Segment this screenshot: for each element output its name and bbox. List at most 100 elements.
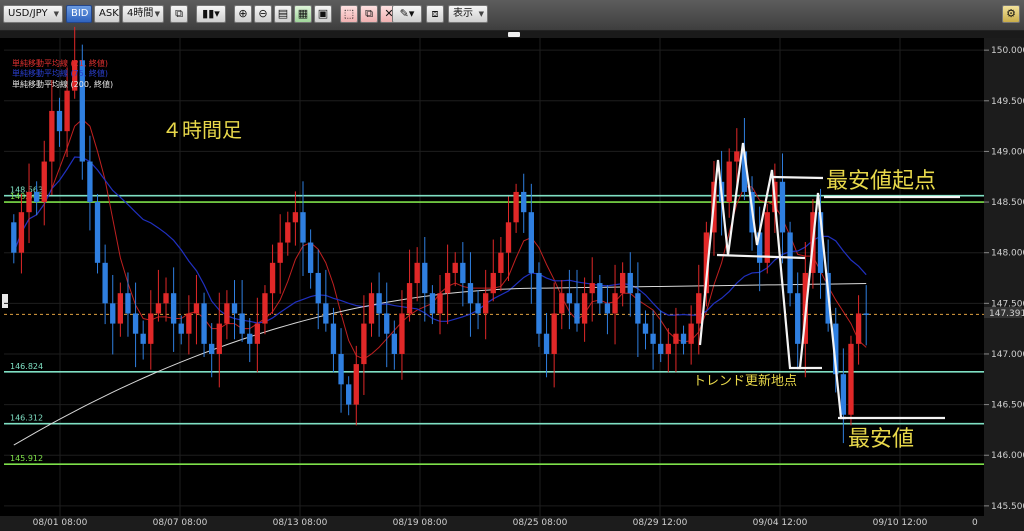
candle-body	[140, 333, 146, 344]
candle-body	[559, 293, 565, 314]
candle-body	[125, 293, 131, 314]
candle-body	[330, 323, 337, 354]
candle-body	[323, 303, 329, 324]
candle-body	[422, 262, 428, 294]
candle-body	[399, 313, 405, 354]
candle-body	[254, 323, 261, 344]
y-tick-label: 149.000	[991, 147, 1024, 157]
candle-body	[574, 303, 580, 324]
candle-body	[209, 343, 215, 354]
candle-body	[338, 353, 344, 385]
x-tick-label: 08/07 08:00	[153, 518, 208, 528]
candle-body	[406, 283, 413, 314]
candle-body	[483, 293, 489, 314]
candle-body	[551, 313, 557, 354]
candle-body	[49, 110, 55, 162]
candle-body	[201, 303, 207, 344]
trend-update-annotation: トレンド更新地点	[693, 373, 797, 389]
candle-body	[848, 343, 854, 415]
candle-body	[612, 293, 618, 314]
candle-body	[437, 293, 443, 314]
candle-body	[619, 272, 626, 294]
candle-body	[604, 303, 611, 314]
candle-body	[262, 293, 268, 324]
candle-body	[117, 293, 124, 324]
candle-body	[658, 343, 664, 354]
candle-body	[863, 313, 869, 315]
y-tick-label: 148.500	[991, 198, 1024, 208]
candle-body	[795, 293, 801, 344]
candle-body	[726, 161, 732, 203]
legend-ma200: 単純移動平均線 (200, 終値)	[12, 79, 113, 89]
candle-body	[650, 333, 656, 344]
candle-body	[779, 181, 786, 233]
candle-body	[148, 313, 154, 344]
candle-body	[193, 303, 200, 314]
y-tick-label: 146.000	[991, 451, 1024, 461]
candle-body	[216, 323, 222, 354]
candle-body	[269, 262, 276, 294]
price-level-label: 145.912	[10, 454, 43, 463]
candle-body	[467, 283, 474, 304]
lowest-origin-annotation: 最安値起点	[826, 169, 936, 194]
candle-body	[361, 323, 367, 365]
candle-body	[239, 313, 245, 334]
candle-body	[498, 252, 504, 273]
candle-body	[391, 333, 397, 354]
candle-body	[597, 283, 603, 304]
candle-body	[110, 303, 116, 324]
candle-body	[33, 191, 40, 203]
candle-body	[528, 212, 534, 273]
candle-body	[429, 293, 436, 314]
candle-body	[855, 313, 862, 344]
candle-body	[840, 374, 847, 415]
left-scroll-handle[interactable]	[2, 294, 8, 308]
candle-body	[688, 323, 694, 344]
x-axis-origin-label: 0	[972, 518, 978, 528]
candle-body	[224, 303, 230, 324]
price-level-label: 146.824	[10, 362, 43, 371]
candle-body	[521, 191, 527, 213]
candle-body	[353, 364, 359, 405]
candle-body	[696, 293, 702, 324]
y-tick-label: 146.500	[991, 401, 1024, 411]
y-tick-label: 149.500	[991, 97, 1024, 107]
candle-body	[543, 333, 550, 354]
candle-body	[635, 293, 641, 324]
candle-body	[642, 323, 649, 334]
candle-body	[163, 293, 169, 304]
candle-body	[581, 293, 588, 324]
candle-body	[673, 333, 679, 344]
price-axis	[984, 38, 1024, 518]
candle-body	[490, 272, 496, 294]
candle-body	[307, 242, 314, 273]
lowest-annotation: 最安値	[848, 427, 914, 452]
candle-body	[368, 293, 375, 324]
y-tick-label: 147.000	[991, 350, 1024, 360]
candle-body	[94, 202, 101, 263]
candle-body	[231, 303, 238, 314]
candle-body	[64, 90, 70, 132]
current-price-label: 147.391	[989, 309, 1024, 319]
price-level-label: 146.312	[10, 414, 43, 423]
candle-body	[11, 222, 17, 253]
timeframe-annotation: ４時間足	[162, 118, 242, 142]
x-tick-label: 09/04 12:00	[753, 518, 808, 528]
candle-body	[186, 313, 192, 334]
candle-body	[315, 272, 321, 304]
candle-body	[414, 262, 420, 284]
candle-body	[460, 262, 466, 284]
candle-body	[87, 161, 93, 203]
y-tick-label: 150.000	[991, 46, 1024, 56]
candle-body	[475, 303, 481, 314]
candle-body	[247, 333, 253, 344]
candle-body	[178, 323, 184, 334]
candle-body	[56, 110, 63, 132]
candle-body	[292, 212, 299, 223]
candle-body	[536, 272, 542, 334]
candle-body	[505, 222, 512, 253]
price-chart: 148.563148.500146.824146.312145.912 150.…	[0, 26, 1024, 531]
candle-body	[513, 191, 519, 223]
candle-body	[680, 333, 687, 344]
candle-body	[384, 313, 390, 334]
